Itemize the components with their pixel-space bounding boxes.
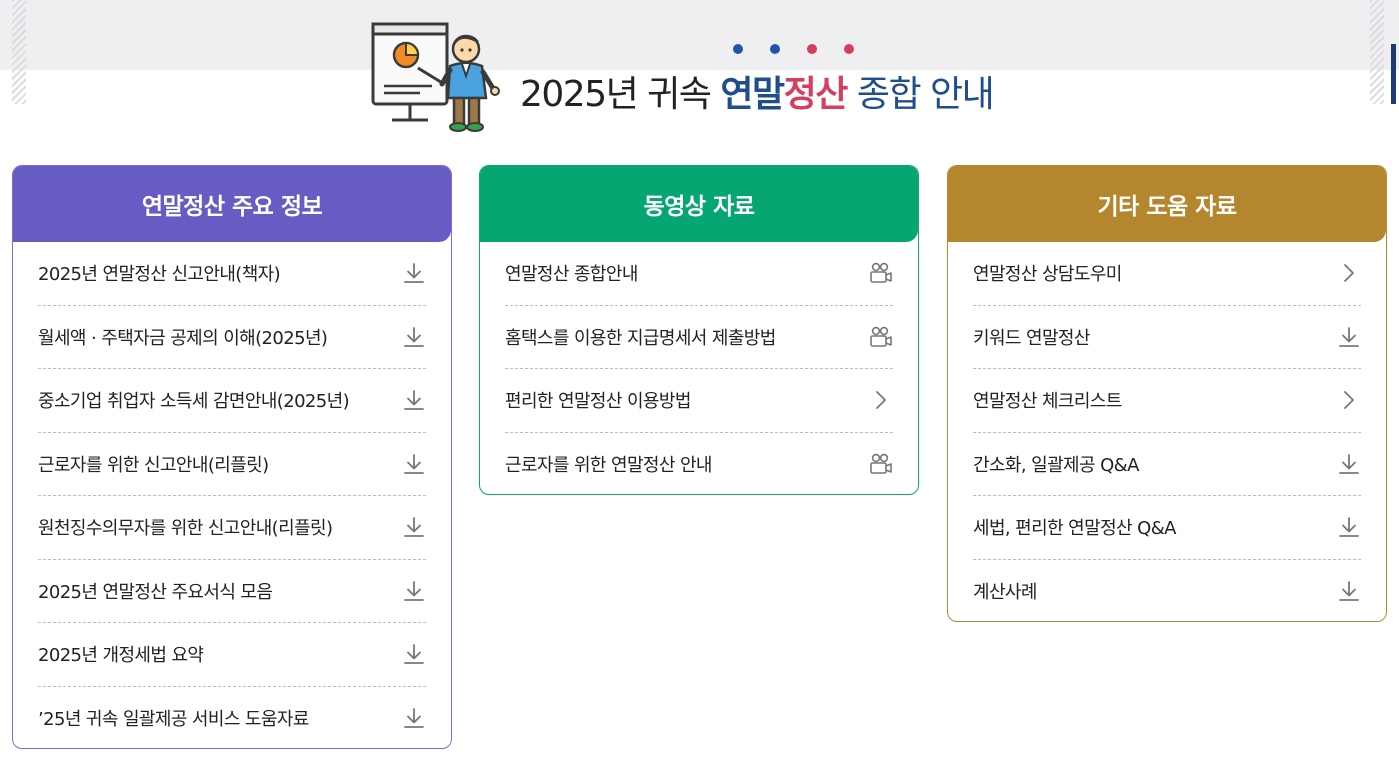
- panel-list: 연말정산 상담도우미키워드 연말정산연말정산 체크리스트간소화, 일괄제공 Q&…: [948, 242, 1386, 622]
- download-icon[interactable]: [402, 261, 426, 285]
- panel-video: 동영상 자료 연말정산 종합안내홈택스를 이용한 지급명세서 제출방법편리한 연…: [479, 165, 919, 495]
- list-item-label: 2025년 연말정산 주요서식 모음: [38, 581, 273, 603]
- download-icon[interactable]: [402, 388, 426, 412]
- download-icon[interactable]: [1337, 325, 1361, 349]
- list-item[interactable]: 연말정산 상담도우미: [973, 242, 1361, 306]
- list-item-label: 키워드 연말정산: [973, 327, 1090, 349]
- download-icon[interactable]: [1337, 515, 1361, 539]
- list-item[interactable]: 근로자를 위한 연말정산 안내: [505, 433, 893, 495]
- video-camera-icon[interactable]: [869, 452, 893, 476]
- hatch-decoration-right: [1370, 0, 1384, 104]
- list-item-label: 세법, 편리한 연말정산 Q&A: [973, 518, 1176, 540]
- presenter-illustration: [371, 22, 500, 132]
- download-icon[interactable]: [402, 706, 426, 730]
- download-icon[interactable]: [402, 515, 426, 539]
- list-item-label: 2025년 연말정산 신고안내(책자): [38, 264, 281, 286]
- panel-main-info: 연말정산 주요 정보 2025년 연말정산 신고안내(책자) 월세액 · 주택자금…: [12, 165, 452, 749]
- video-camera-icon[interactable]: [869, 325, 893, 349]
- chevron-right-icon[interactable]: [1337, 388, 1361, 412]
- panel-etc: 기타 도움 자료 연말정산 상담도우미키워드 연말정산연말정산 체크리스트간소화…: [947, 165, 1387, 622]
- list-item-label: ’25년 귀속 일괄제공 서비스 도움자료: [38, 709, 309, 731]
- list-item[interactable]: 월세액 · 주택자금 공제의 이해(2025년): [38, 306, 426, 369]
- list-item[interactable]: 근로자를 위한 신고안내(리플릿): [38, 433, 426, 496]
- chevron-right-icon[interactable]: [869, 388, 893, 412]
- list-item-label: 간소화, 일괄제공 Q&A: [973, 454, 1139, 476]
- title-highlight-red: 정산: [783, 74, 849, 115]
- download-icon[interactable]: [1337, 452, 1361, 476]
- list-item-label: 근로자를 위한 연말정산 안내: [505, 455, 712, 477]
- panel-list: 2025년 연말정산 신고안내(책자) 월세액 · 주택자금 공제의 이해(202…: [13, 242, 451, 749]
- panel-list: 연말정산 종합안내홈택스를 이용한 지급명세서 제출방법편리한 연말정산 이용방…: [480, 242, 918, 495]
- title-dots: [733, 44, 854, 54]
- title-dot: [770, 44, 780, 54]
- title-suffix: 종합 안내: [846, 74, 995, 115]
- title-dot: [733, 44, 743, 54]
- list-item[interactable]: 2025년 개정세법 요약: [38, 623, 426, 687]
- chevron-right-icon[interactable]: [1337, 261, 1361, 285]
- list-item[interactable]: 세법, 편리한 연말정산 Q&A: [973, 496, 1361, 560]
- download-icon[interactable]: [402, 325, 426, 349]
- list-item[interactable]: 중소기업 취업자 소득세 감면안내(2025년): [38, 369, 426, 433]
- panel-title: 연말정산 주요 정보: [13, 166, 451, 242]
- list-item[interactable]: 2025년 연말정산 주요서식 모음: [38, 560, 426, 623]
- title-dot: [807, 44, 817, 54]
- list-item-label: 연말정산 종합안내: [505, 264, 638, 286]
- list-item[interactable]: 키워드 연말정산: [973, 306, 1361, 369]
- header-band: [0, 0, 1399, 70]
- list-item-label: 계산사례: [973, 582, 1037, 604]
- title-prefix: 2025년 귀속: [520, 74, 721, 115]
- download-icon[interactable]: [402, 452, 426, 476]
- panel-title: 기타 도움 자료: [948, 166, 1386, 242]
- list-item[interactable]: 간소화, 일괄제공 Q&A: [973, 433, 1361, 496]
- panel-title: 동영상 자료: [480, 166, 918, 242]
- list-item[interactable]: 연말정산 체크리스트: [973, 369, 1361, 433]
- list-item-label: 근로자를 위한 신고안내(리플릿): [38, 454, 269, 476]
- list-item-label: 원천징수의무자를 위한 신고안내(리플릿): [38, 518, 333, 540]
- list-item-label: 월세액 · 주택자금 공제의 이해(2025년): [38, 327, 328, 349]
- accent-bar: [1391, 44, 1396, 104]
- video-camera-icon[interactable]: [869, 261, 893, 285]
- hatch-decoration-left: [12, 0, 26, 104]
- list-item-label: 2025년 개정세법 요약: [38, 645, 204, 667]
- download-icon[interactable]: [402, 579, 426, 603]
- list-item-label: 홈택스를 이용한 지급명세서 제출방법: [505, 327, 776, 349]
- list-item[interactable]: 계산사례: [973, 560, 1361, 622]
- list-item-label: 중소기업 취업자 소득세 감면안내(2025년): [38, 391, 350, 413]
- download-icon[interactable]: [402, 642, 426, 666]
- list-item-label: 편리한 연말정산 이용방법: [505, 391, 691, 413]
- download-icon[interactable]: [1337, 579, 1361, 603]
- title-dot: [844, 44, 854, 54]
- list-item[interactable]: 홈택스를 이용한 지급명세서 제출방법: [505, 306, 893, 369]
- list-item[interactable]: 연말정산 종합안내: [505, 242, 893, 306]
- list-item-label: 연말정산 체크리스트: [973, 391, 1122, 413]
- list-item[interactable]: 편리한 연말정산 이용방법: [505, 369, 893, 433]
- list-item[interactable]: ’25년 귀속 일괄제공 서비스 도움자료: [38, 687, 426, 749]
- list-item[interactable]: 2025년 연말정산 신고안내(책자): [38, 242, 426, 306]
- page-title: 2025년 귀속 연말 정산 종합 안내: [520, 66, 995, 116]
- list-item[interactable]: 원천징수의무자를 위한 신고안내(리플릿): [38, 496, 426, 560]
- list-item-label: 연말정산 상담도우미: [973, 264, 1122, 286]
- title-highlight-blue: 연말: [720, 74, 785, 115]
